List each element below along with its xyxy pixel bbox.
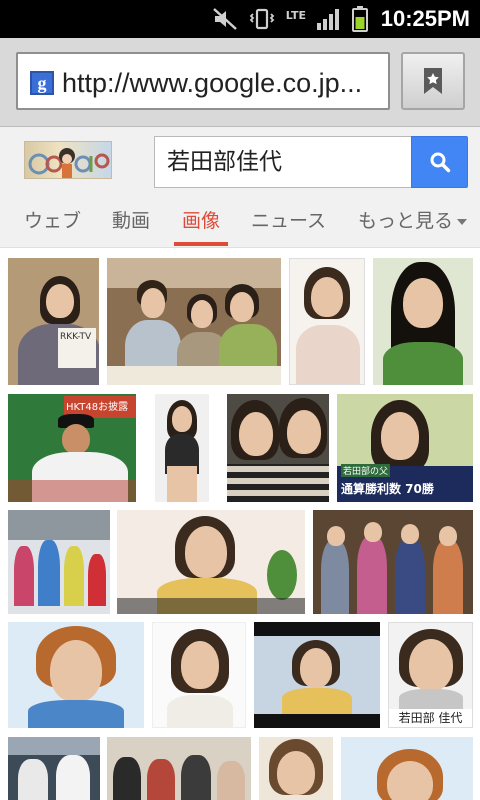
google-favicon-icon: g <box>30 71 54 95</box>
search-query-text: 若田部佳代 <box>167 149 282 175</box>
image-result[interactable] <box>341 737 473 800</box>
image-result[interactable] <box>259 737 333 800</box>
search-header: 若田部佳代 <box>0 127 480 199</box>
status-time: 10:25PM <box>380 6 470 31</box>
tab-more[interactable]: もっと見る <box>358 209 468 233</box>
dropdown-caret-icon <box>457 218 468 225</box>
search-tabs: ウェブ 動画 画像 ニュース もっと見る <box>0 199 480 248</box>
tab-news[interactable]: ニュース <box>251 209 326 233</box>
image-result[interactable] <box>152 622 246 728</box>
result-caption: 若田部 佳代 <box>389 709 472 727</box>
search-button[interactable] <box>411 136 468 188</box>
mute-icon <box>212 8 237 30</box>
tab-images[interactable]: 画像 <box>182 209 220 233</box>
tab-more-label: もっと見る <box>358 210 454 232</box>
result-caption: 通算勝利数 70勝 <box>341 482 434 496</box>
status-icons: LTE <box>212 6 368 32</box>
image-result[interactable] <box>227 394 329 502</box>
image-result[interactable]: HKT48お披露 <box>8 394 136 502</box>
bookmark-button[interactable] <box>401 52 465 110</box>
lte-icon: LTE <box>285 8 306 22</box>
image-results-grid: RKK-TV HKT48お披露 若田部の父 通算勝利数 70勝 若田部 佳代 <box>0 248 480 800</box>
url-text: http://www.google.co.jp... <box>62 68 363 98</box>
result-caption: 若田部の父 <box>341 464 391 477</box>
image-result[interactable] <box>254 622 380 728</box>
image-result[interactable] <box>107 258 281 385</box>
search-input[interactable]: 若田部佳代 <box>154 136 412 188</box>
image-result[interactable] <box>8 737 100 800</box>
battery-icon <box>352 6 368 32</box>
image-result[interactable] <box>107 737 251 800</box>
tab-web[interactable]: ウェブ <box>24 209 81 233</box>
search-icon <box>430 152 450 173</box>
tab-video[interactable]: 動画 <box>112 209 150 233</box>
bookmark-icon <box>424 68 442 94</box>
active-tab-indicator <box>174 242 228 246</box>
image-result[interactable] <box>373 258 473 385</box>
vibrate-icon <box>249 8 275 30</box>
image-result[interactable] <box>8 510 110 614</box>
image-result[interactable] <box>117 510 305 614</box>
result-caption: HKT48お披露 <box>66 402 129 413</box>
google-doodle-logo[interactable] <box>24 141 112 179</box>
image-result[interactable] <box>289 258 365 385</box>
image-result[interactable]: 若田部の父 通算勝利数 70勝 <box>337 394 473 502</box>
image-result[interactable]: RKK-TV <box>8 258 99 385</box>
doodle-art <box>28 148 110 178</box>
image-result[interactable] <box>155 394 209 502</box>
image-result[interactable] <box>313 510 473 614</box>
signal-icon <box>317 9 339 30</box>
url-field[interactable]: g http://www.google.co.jp... <box>16 52 390 110</box>
result-caption: RKK-TV <box>60 332 92 342</box>
browser-address-bar: g http://www.google.co.jp... <box>0 38 480 127</box>
status-bar: LTE 10:25PM <box>0 0 480 38</box>
image-result[interactable] <box>8 622 144 728</box>
image-result[interactable]: 若田部 佳代 <box>388 622 473 728</box>
